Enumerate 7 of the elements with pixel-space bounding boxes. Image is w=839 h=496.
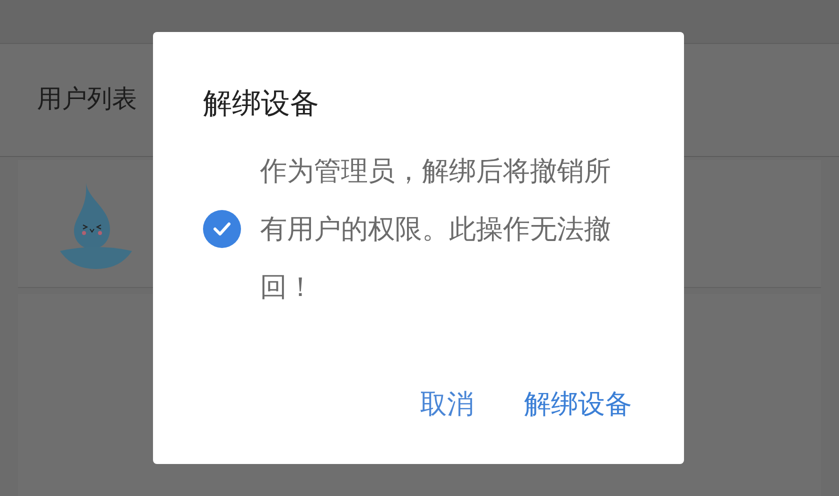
dialog-title: 解绑设备 <box>203 87 320 122</box>
dialog-message: 作为管理员，解绑后将撤销所有用户的权限。此操作无法撤回！ <box>260 155 612 304</box>
checkmark-icon <box>213 222 231 236</box>
confirm-button[interactable]: 解绑设备 <box>522 384 634 424</box>
checkbox[interactable] <box>203 210 241 248</box>
cancel-button[interactable]: 取消 <box>418 384 476 424</box>
page-title: 用户列表 <box>37 84 137 116</box>
